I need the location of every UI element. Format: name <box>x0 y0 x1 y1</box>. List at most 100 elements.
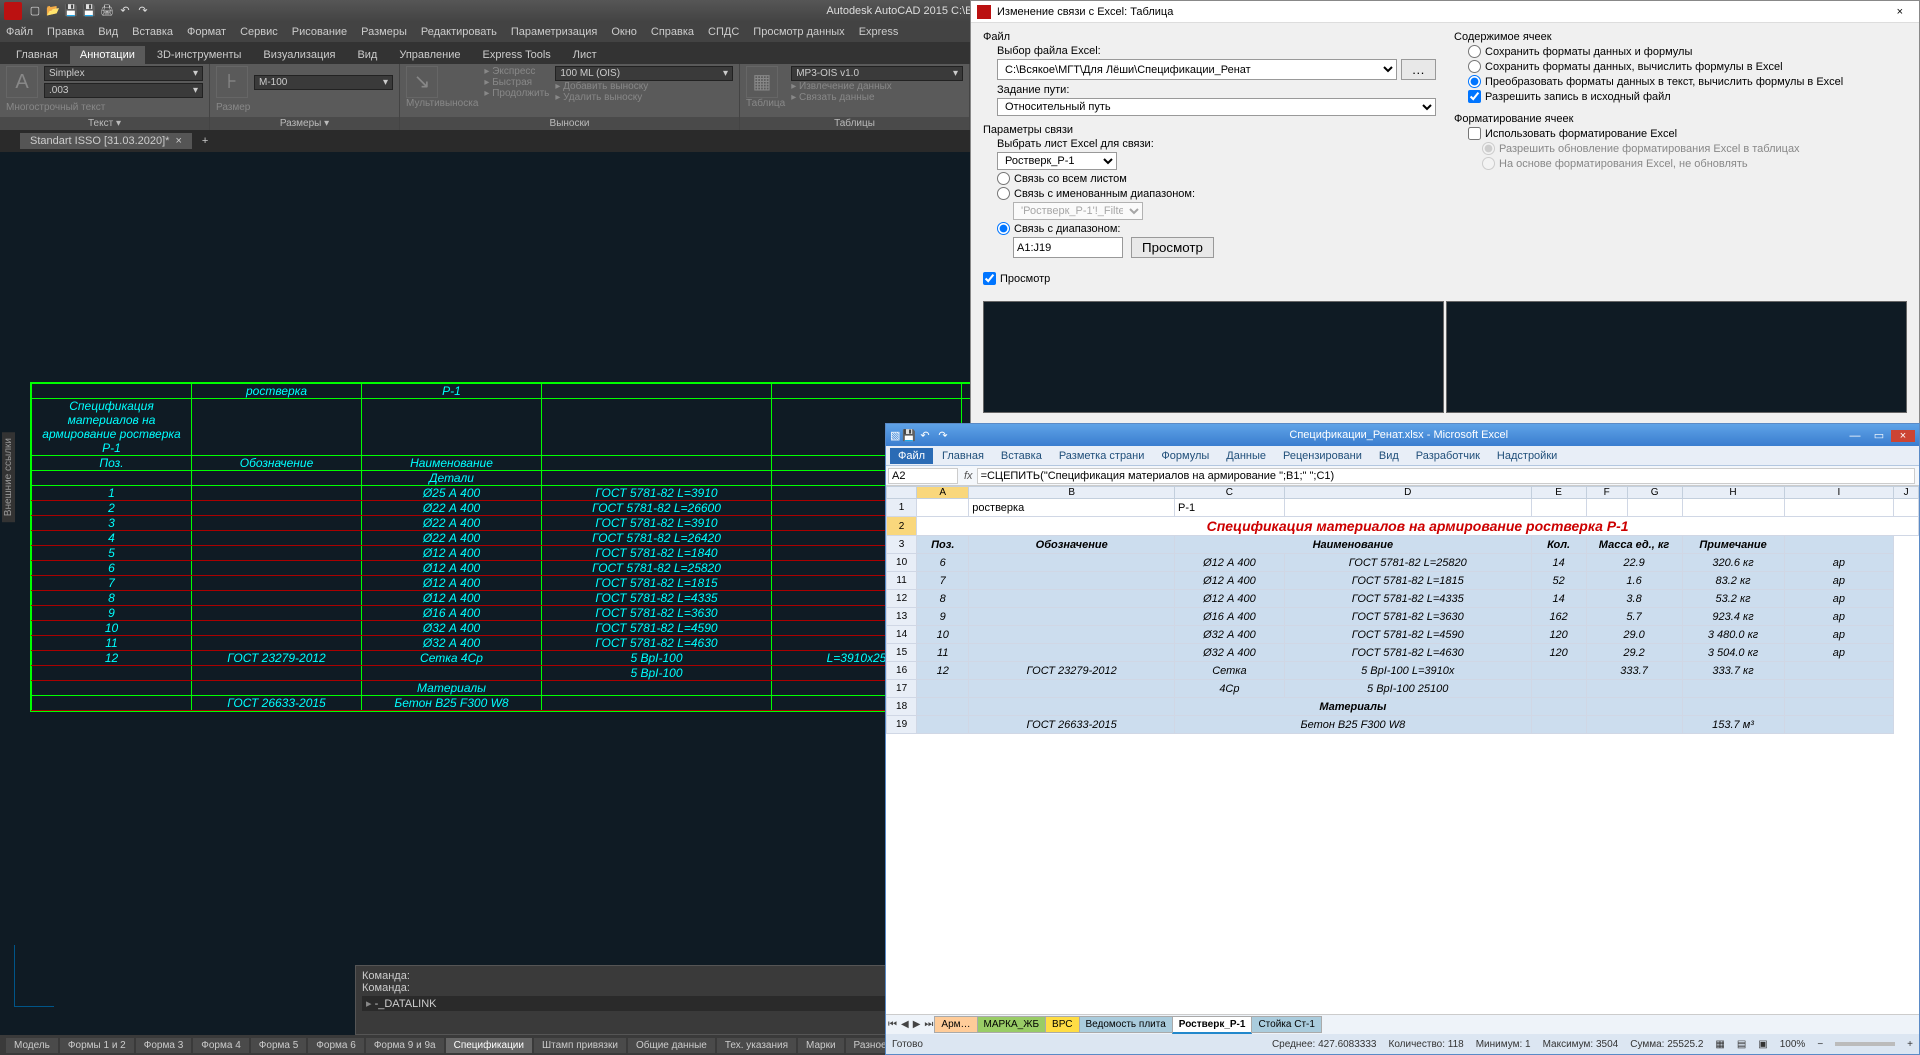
dim-icon[interactable]: ⊦ <box>216 66 248 98</box>
range-input[interactable] <box>1013 237 1123 258</box>
excel-tab[interactable]: Главная <box>934 448 992 464</box>
panel-text-name[interactable]: Текст ▾ <box>0 117 209 130</box>
view-break-icon[interactable]: ▣ <box>1758 1039 1767 1050</box>
menu-Файл[interactable]: Файл <box>6 26 33 38</box>
undo-icon[interactable]: ↶ <box>117 3 133 19</box>
worksheet-grid[interactable]: ABCDEFGHIJ1ростверкаР-12Спецификация мат… <box>886 486 1919 1014</box>
sheet-tabs[interactable]: ⏮ ◀ ▶ ⏭ Арм…МАРКА_ЖБВРСВедомость плитаРо… <box>886 1014 1919 1034</box>
zoom-in-icon[interactable]: + <box>1907 1039 1913 1050</box>
formula-input[interactable] <box>977 468 1915 484</box>
close-icon[interactable]: × <box>1887 6 1913 18</box>
sheet-tab[interactable]: Арм… <box>934 1016 977 1033</box>
menu-Вид[interactable]: Вид <box>98 26 118 38</box>
excel-tab[interactable]: Формулы <box>1153 448 1217 464</box>
path-type-select[interactable]: Относительный путь <box>997 98 1436 116</box>
layout-tab[interactable]: Общие данные <box>628 1038 715 1053</box>
command-input[interactable]: -_DATALINK <box>375 998 437 1010</box>
sheet-tab[interactable]: Стойка Ст-1 <box>1251 1016 1321 1033</box>
excel-tab[interactable]: Вид <box>1371 448 1407 464</box>
sheet-tab[interactable]: Ростверк_Р-1 <box>1172 1016 1253 1034</box>
radio-convert-text[interactable] <box>1468 75 1481 88</box>
table-icon[interactable]: ▦ <box>746 66 778 98</box>
redo-icon[interactable]: ↷ <box>938 429 952 442</box>
sheet-nav-first-icon[interactable]: ⏮ <box>886 1019 899 1030</box>
fx-icon[interactable]: fx <box>960 470 977 482</box>
sheet-nav-prev-icon[interactable]: ◀ <box>899 1019 911 1030</box>
table-style-combo[interactable]: MP3-OIS v1.0▾ <box>791 66 963 81</box>
excel-tab[interactable]: Разработчик <box>1408 448 1488 464</box>
close-icon[interactable]: × <box>1891 430 1915 442</box>
excel-tab[interactable]: Надстройки <box>1489 448 1565 464</box>
ribbon-tab[interactable]: Аннотации <box>70 46 145 64</box>
layout-tab[interactable]: Форма 9 и 9а <box>366 1038 444 1053</box>
menu-Express[interactable]: Express <box>859 26 899 38</box>
view-layout-icon[interactable]: ▤ <box>1737 1039 1746 1050</box>
radio-whole-sheet[interactable] <box>997 172 1010 185</box>
mtext-icon[interactable]: A <box>6 66 38 98</box>
panel-table-name[interactable]: Таблицы <box>740 117 969 130</box>
preview-checkbox[interactable] <box>983 272 996 285</box>
radio-named-range[interactable] <box>997 187 1010 200</box>
layout-tab[interactable]: Форма 3 <box>136 1038 192 1053</box>
close-icon[interactable]: × <box>175 135 181 147</box>
text-height-combo[interactable]: .003▾ <box>44 83 203 98</box>
sheet-select[interactable]: Ростверк_Р-1 <box>997 152 1117 170</box>
radio-keep-format-formulas[interactable] <box>1468 45 1481 58</box>
sheet-tab[interactable]: Ведомость плита <box>1079 1016 1173 1033</box>
use-excel-format-checkbox[interactable] <box>1468 127 1481 140</box>
saveas-icon[interactable]: 💾 <box>81 3 97 19</box>
menu-Просмотр данных[interactable]: Просмотр данных <box>753 26 844 38</box>
layout-tab[interactable]: Тех. указания <box>717 1038 796 1053</box>
zoom-level[interactable]: 100% <box>1780 1039 1806 1050</box>
radio-cell-range[interactable] <box>997 222 1010 235</box>
allow-write-checkbox[interactable] <box>1468 90 1481 103</box>
ribbon-tab[interactable]: Главная <box>6 46 68 64</box>
excel-tab[interactable]: Разметка страни <box>1051 448 1153 464</box>
excel-ribbon-tabs[interactable]: ФайлГлавнаяВставкаРазметка страниФормулы… <box>886 446 1919 466</box>
quick-access-toolbar[interactable]: ▢📂💾💾🖨↶↷ <box>26 3 152 19</box>
name-box[interactable] <box>888 468 958 484</box>
open-icon[interactable]: 📂 <box>45 3 61 19</box>
file-path-select[interactable]: C:\Всякое\МГТ\Для Лёши\Спецификации_Рена… <box>997 59 1397 80</box>
doc-tab[interactable]: Standart ISSO [31.03.2020]*× <box>20 133 192 149</box>
dialog-titlebar[interactable]: Изменение связи с Excel: Таблица × <box>971 1 1919 23</box>
redo-icon[interactable]: ↷ <box>135 3 151 19</box>
ribbon-tab[interactable]: Express Tools <box>473 46 561 64</box>
sheet-tab[interactable]: МАРКА_ЖБ <box>977 1016 1047 1033</box>
menu-СПДС[interactable]: СПДС <box>708 26 739 38</box>
dim-style-combo[interactable]: M-100▾ <box>254 75 393 90</box>
excel-tab[interactable]: Вставка <box>993 448 1050 464</box>
menu-Справка[interactable]: Справка <box>651 26 694 38</box>
layout-tab[interactable]: Форма 4 <box>193 1038 249 1053</box>
preview-button[interactable]: Просмотр <box>1131 237 1214 258</box>
panel-leader-name[interactable]: Выноски <box>400 117 739 130</box>
add-tab-icon[interactable]: + <box>196 135 214 147</box>
menu-Вставка[interactable]: Вставка <box>132 26 173 38</box>
excel-tab[interactable]: Файл <box>890 448 933 464</box>
mleader-icon[interactable]: ↘ <box>406 66 438 98</box>
zoom-out-icon[interactable]: − <box>1817 1039 1823 1050</box>
sheet-nav-next-icon[interactable]: ▶ <box>911 1019 923 1030</box>
save-icon[interactable]: 💾 <box>902 429 916 442</box>
minimize-icon[interactable]: — <box>1843 430 1867 442</box>
menu-Рисование[interactable]: Рисование <box>292 26 347 38</box>
menu-Параметризация[interactable]: Параметризация <box>511 26 597 38</box>
excel-titlebar[interactable]: ▧ 💾↶↷ Спецификации_Ренат.xlsx - Microsof… <box>886 424 1919 446</box>
ribbon-tab[interactable]: Визуализация <box>253 46 345 64</box>
menu-Формат[interactable]: Формат <box>187 26 226 38</box>
layout-tab[interactable]: Формы 1 и 2 <box>60 1038 134 1053</box>
layout-tab[interactable]: Спецификации <box>446 1038 532 1053</box>
ribbon-tab[interactable]: Вид <box>347 46 387 64</box>
text-style-combo[interactable]: Simplex▾ <box>44 66 203 81</box>
menu-Сервис[interactable]: Сервис <box>240 26 278 38</box>
layout-tab[interactable]: Форма 6 <box>308 1038 364 1053</box>
view-normal-icon[interactable]: ▦ <box>1715 1039 1724 1050</box>
sheet-tab[interactable]: ВРС <box>1045 1016 1079 1033</box>
layout-tab[interactable]: Модель <box>6 1038 58 1053</box>
layout-tab[interactable]: Штамп привязки <box>534 1038 626 1053</box>
zoom-slider[interactable] <box>1835 1042 1895 1046</box>
xref-palette-tab[interactable]: Внешние ссылки <box>2 432 15 522</box>
plot-icon[interactable]: 🖨 <box>99 3 115 19</box>
radio-keep-format-calc[interactable] <box>1468 60 1481 73</box>
mleader-style-combo[interactable]: 100 ML (OIS)▾ <box>555 66 733 81</box>
